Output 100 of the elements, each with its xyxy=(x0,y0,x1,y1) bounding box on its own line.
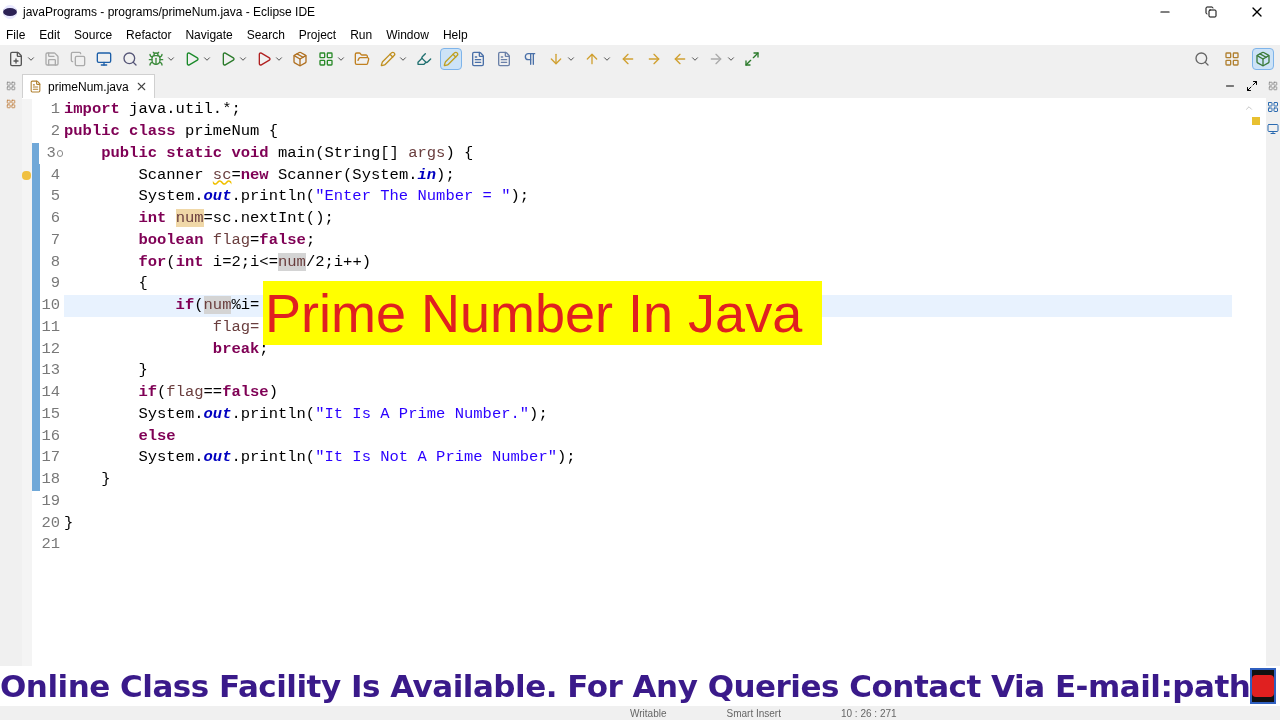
package-icon xyxy=(292,51,308,67)
line-number: 6 xyxy=(49,208,60,229)
search-icon xyxy=(1194,51,1210,67)
toolbar-button[interactable] xyxy=(742,49,762,69)
warning-icon xyxy=(22,170,31,180)
menu-item[interactable]: Edit xyxy=(39,25,61,44)
status-item: 10 : 26 : 271 xyxy=(840,706,897,720)
line-number: 4 xyxy=(49,164,60,186)
grid-icon xyxy=(318,51,334,67)
pilcrow-icon xyxy=(522,51,538,67)
menu-item[interactable]: Window xyxy=(386,25,429,44)
dropdown-caret-icon[interactable] xyxy=(566,54,576,64)
menu-item[interactable]: File xyxy=(6,25,26,44)
dropdown-caret-icon[interactable] xyxy=(602,54,612,64)
warning-marker xyxy=(1252,117,1260,125)
line-number: 20 xyxy=(40,512,60,534)
line-number: 14 xyxy=(40,382,60,403)
maximize-icon xyxy=(744,51,760,67)
channel-logo-icon xyxy=(1250,668,1277,704)
java-file-icon xyxy=(29,80,42,93)
line-number: 21 xyxy=(40,534,60,556)
toolbar-button[interactable] xyxy=(1252,48,1274,70)
restore-icon xyxy=(1205,6,1217,18)
toolbar-button[interactable] xyxy=(1222,49,1242,69)
restore-view-icon[interactable] xyxy=(1268,81,1278,91)
code-line: import java.util.*; xyxy=(64,99,241,121)
editor-tab[interactable]: primeNum.java xyxy=(22,74,155,98)
dropdown-caret-icon[interactable] xyxy=(274,54,284,64)
restore-view-icon[interactable] xyxy=(6,81,16,91)
window-title: javaPrograms - programs/primeNum.java - Eclipse IDE xyxy=(23,4,316,21)
code-line: else xyxy=(137,425,176,447)
code-line: flag= xyxy=(211,316,260,338)
document-icon xyxy=(496,51,512,67)
dropdown-caret-icon[interactable] xyxy=(238,54,248,64)
line-number: 1 xyxy=(49,99,60,121)
toolbar-button[interactable] xyxy=(290,49,310,69)
dropdown-caret-icon[interactable] xyxy=(26,54,36,64)
line-number: 16 xyxy=(40,425,60,447)
menu-item[interactable]: Search xyxy=(246,25,285,44)
dropdown-caret-icon[interactable] xyxy=(690,54,700,64)
dropdown-caret-icon[interactable] xyxy=(726,54,736,64)
code-line: Scanner sc=new Scanner(System.in); xyxy=(137,164,455,186)
arrow-up-icon xyxy=(584,51,600,67)
dropdown-caret-icon[interactable] xyxy=(202,54,212,64)
forward-icon xyxy=(708,51,724,67)
code-line: boolean flag=false; xyxy=(137,229,316,251)
code-line: if(num%i= xyxy=(174,295,260,316)
line-number: 19 xyxy=(40,490,60,512)
line-number: 3 xyxy=(45,142,56,164)
java-perspective-icon xyxy=(1255,51,1271,67)
dropdown-caret-icon[interactable] xyxy=(166,54,176,64)
menu-item[interactable]: Run xyxy=(350,25,373,44)
line-number: 9 xyxy=(49,273,60,295)
back-icon xyxy=(672,51,688,67)
new-file-icon xyxy=(8,51,24,67)
outline-icon[interactable] xyxy=(1267,101,1279,113)
toolbar-button[interactable] xyxy=(316,49,336,69)
code-line: { xyxy=(137,273,148,295)
code-line: System.out.println("It Is Not A Prime Number"); xyxy=(137,447,576,469)
arrow-down-icon xyxy=(548,51,564,67)
perspective-icon xyxy=(1224,51,1240,67)
dropdown-caret-icon[interactable] xyxy=(336,54,346,64)
monitor-icon[interactable] xyxy=(1267,123,1279,135)
document-icon xyxy=(470,51,486,67)
run-icon xyxy=(184,51,200,67)
code-line: break; xyxy=(211,338,269,360)
monitor-icon xyxy=(96,51,112,67)
code-line: if(flag==false) xyxy=(137,382,278,403)
back-icon xyxy=(620,51,636,67)
maximize-icon[interactable] xyxy=(1246,80,1258,92)
save-all-icon xyxy=(70,51,86,67)
run-icon xyxy=(256,51,272,67)
code-line: public static void main(String[] args) { xyxy=(100,142,474,164)
forward-icon xyxy=(646,51,662,67)
status-item: Writable xyxy=(630,706,667,720)
eclipse-logo-icon xyxy=(3,5,17,19)
line-number: 12 xyxy=(40,338,60,360)
code-line: } xyxy=(137,360,148,382)
line-number: 8 xyxy=(49,251,60,273)
tab-label: primeNum.java xyxy=(48,78,129,96)
code-line: } xyxy=(64,512,74,534)
pencil-icon xyxy=(380,51,396,67)
menu-item[interactable]: Source xyxy=(74,25,113,44)
toolbar-button[interactable] xyxy=(94,49,114,69)
code-line: } xyxy=(100,469,111,490)
line-number: 7 xyxy=(49,229,60,251)
line-number: 10 xyxy=(40,295,60,316)
banner-text: Prime Number In Java xyxy=(265,286,803,340)
line-number: 11 xyxy=(40,316,60,338)
code-line: System.out.println("Enter The Number = "); xyxy=(137,186,530,208)
dropdown-caret-icon[interactable] xyxy=(398,54,408,64)
menu-item[interactable]: Refactor xyxy=(126,25,172,44)
menu-item[interactable]: Help xyxy=(442,25,468,44)
ticker-text: Online Class Facility Is Available. For Any Queries Contact Via E-mail:path xyxy=(0,666,1251,706)
code-line: for(int i=2;i<=num/2;i++) xyxy=(137,251,371,273)
status-item: Smart Insert xyxy=(726,706,781,720)
code-line: int num=sc.nextInt(); xyxy=(137,208,334,229)
bug-icon xyxy=(148,51,164,67)
menu-item[interactable]: Project xyxy=(298,25,337,44)
menu-item[interactable]: Navigate xyxy=(185,25,233,44)
